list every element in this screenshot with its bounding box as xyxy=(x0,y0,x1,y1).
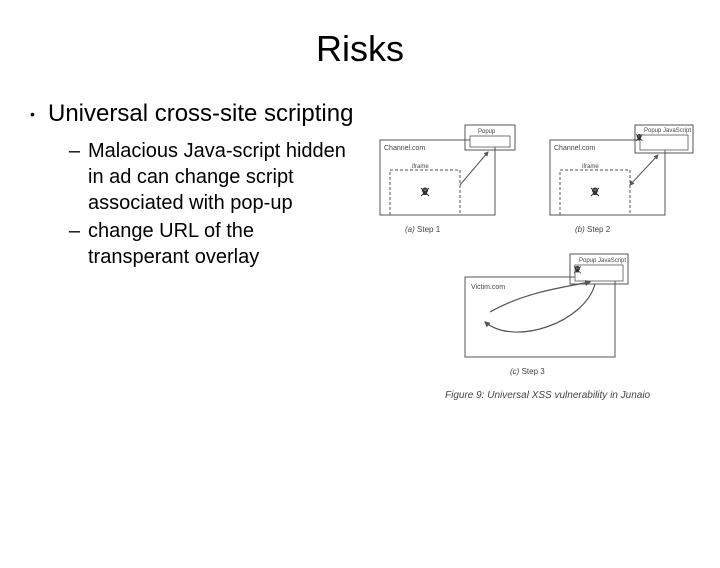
sub-marker: – xyxy=(60,138,88,164)
label-step3: Step 3 xyxy=(522,367,546,376)
svg-text:(b) Step 2: (b) Step 2 xyxy=(575,225,611,234)
sub-marker: – xyxy=(60,218,88,244)
sub-item: – change URL of the transperant overlay xyxy=(30,218,370,270)
bullet-text: Universal cross-site scripting xyxy=(48,100,353,128)
label-iframe: iframe xyxy=(582,164,599,170)
skull-icon xyxy=(421,188,429,197)
skull-icon xyxy=(591,188,599,197)
page-title: Risks xyxy=(0,28,720,70)
label-channel: Channel.com xyxy=(384,145,425,152)
sub-item: – Malacious Java-script hidden in ad can… xyxy=(30,138,370,216)
panel-step3: Victim.com Popup JavaScript (c) Step 3 xyxy=(465,254,628,376)
figure-column: Channel.com iframe Popup (a) Step 1 Chan… xyxy=(370,100,710,410)
label-c: (c) xyxy=(510,367,520,376)
label-popup-js: Popup JavaScript xyxy=(579,258,626,264)
sub-text: change URL of the transperant overlay xyxy=(88,218,348,270)
label-step1: Step 1 xyxy=(417,225,441,234)
label-b: (b) xyxy=(575,225,585,234)
svg-text:(c) Step 3: (c) Step 3 xyxy=(510,367,545,376)
sub-list: – Malacious Java-script hidden in ad can… xyxy=(30,138,370,270)
sub-text: Malacious Java-script hidden in ad can c… xyxy=(88,138,348,216)
panel-step2: Channel.com iframe Popup JavaScript (b) … xyxy=(550,125,693,234)
label-step2: Step 2 xyxy=(587,225,611,234)
label-channel: Channel.com xyxy=(554,145,595,152)
panel-step1: Channel.com iframe Popup (a) Step 1 xyxy=(380,125,515,234)
svg-text:(a) Step 1: (a) Step 1 xyxy=(405,225,441,234)
bullet-marker: • xyxy=(30,100,40,128)
label-popup: Popup xyxy=(478,129,496,135)
bullet-item: • Universal cross-site scripting xyxy=(30,100,370,128)
label-a: (a) xyxy=(405,225,415,234)
label-popup-js: Popup JavaScript xyxy=(644,128,691,134)
content-row: • Universal cross-site scripting – Malac… xyxy=(0,100,720,410)
label-iframe: iframe xyxy=(412,164,429,170)
figure-diagram: Channel.com iframe Popup (a) Step 1 Chan… xyxy=(370,120,700,410)
figure-caption: Figure 9: Universal XSS vulnerability in… xyxy=(445,390,651,401)
label-victim: Victim.com xyxy=(471,284,505,291)
left-column: • Universal cross-site scripting – Malac… xyxy=(0,100,370,272)
